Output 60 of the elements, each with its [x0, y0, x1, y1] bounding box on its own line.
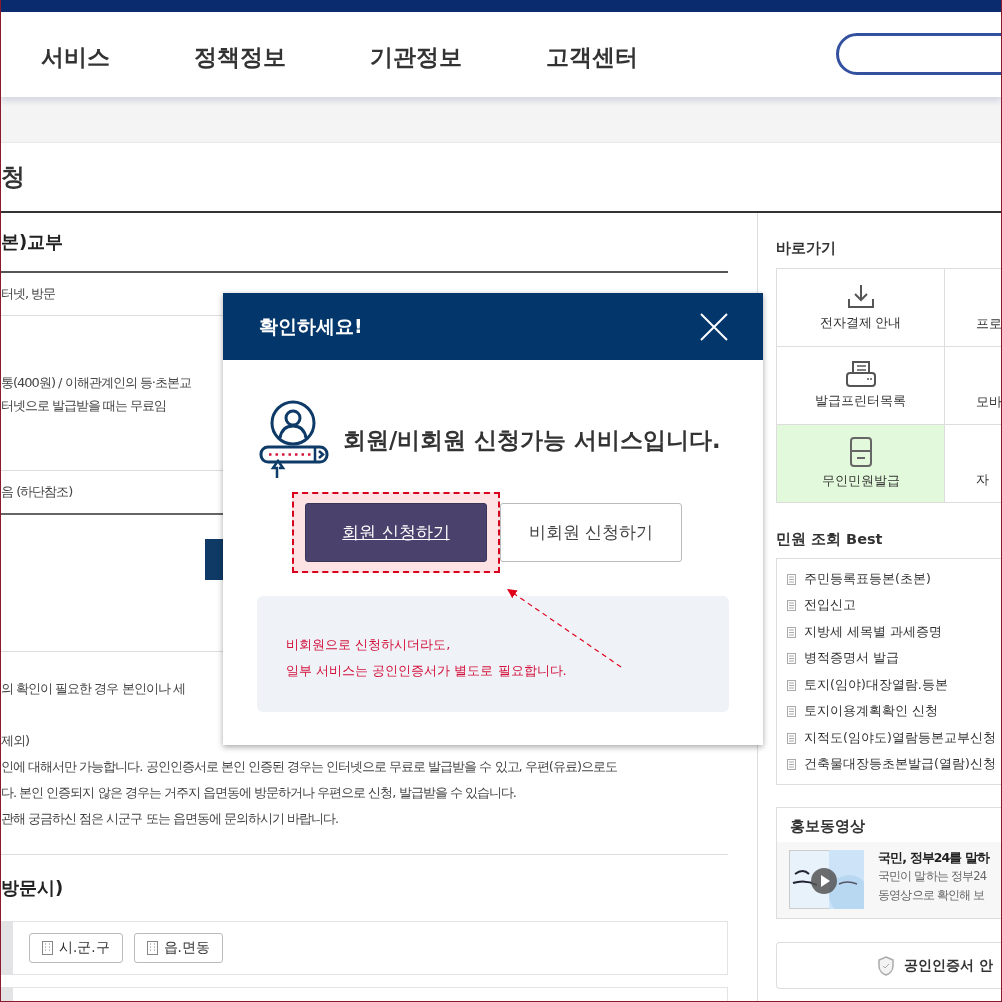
guest-apply-button[interactable]: 비회원 신청하기: [500, 503, 682, 562]
document-icon: [787, 679, 796, 691]
notice-text: 비회원으로 신청하시더라도,: [286, 636, 452, 654]
search-field[interactable]: [836, 33, 1001, 75]
document-icon: [787, 600, 796, 612]
certificate-link[interactable]: 공인인증서 안: [904, 956, 993, 975]
document-icon: [787, 732, 796, 744]
document-icon: [787, 759, 796, 771]
shortcuts-title: 바로가기: [776, 239, 837, 258]
nav-menu-item[interactable]: 고객센터: [546, 42, 638, 73]
best-link[interactable]: 병적증명서 발급: [804, 650, 899, 668]
close-icon[interactable]: [699, 311, 729, 342]
best-link[interactable]: 지적도(임야도)열람등본교부신청: [804, 729, 996, 747]
download-icon: [846, 283, 875, 309]
info-text: 관해 궁금하신 점은 시군구 또는 읍면동에 문의하시기 바랍니다.: [1, 810, 340, 828]
document-icon: [787, 653, 796, 665]
video-description: 국민이 말하는 정부24: [878, 868, 988, 885]
table-cell: 터넷, 방문: [1, 285, 56, 303]
dialog-title: 확인하세요!: [259, 313, 363, 339]
video-section-title: 홍보동영상: [789, 817, 866, 836]
section-heading: 방문시): [1, 876, 64, 900]
office-button[interactable]: 시.군.구: [29, 933, 123, 963]
building-icon: [42, 941, 53, 955]
document-icon: [787, 573, 796, 585]
video-title[interactable]: 국민, 정부24를 말하: [878, 850, 990, 867]
user-login-icon: [259, 400, 331, 480]
best-title: 민원 조회 Best: [776, 530, 884, 549]
best-link[interactable]: 지방세 세목별 과세증명: [804, 623, 942, 641]
kiosk-icon: [849, 437, 872, 467]
info-text: 제외): [1, 732, 31, 750]
shortcut-tile[interactable]: 전자결제 안내: [777, 269, 945, 347]
nav-menu-item[interactable]: 서비스: [41, 42, 110, 73]
document-icon: [787, 626, 796, 638]
dialog-message: 회원/비회원 신청가능 서비스입니다.: [343, 425, 721, 455]
fee-text: 통(400원) / 이해관계인의 등·초본교: [1, 374, 192, 392]
shield-icon: [877, 955, 895, 976]
best-link[interactable]: 토지(임야)대장열람.등본: [804, 676, 948, 694]
member-apply-button[interactable]: 회원 신청하기: [305, 503, 487, 562]
office-button[interactable]: 읍.면동: [133, 933, 223, 963]
nav-menu-item[interactable]: 정책정보: [194, 42, 286, 73]
shortcut-tile[interactable]: 무인민원발급: [777, 425, 945, 503]
play-icon[interactable]: [811, 868, 837, 894]
best-link[interactable]: 건축물대장등초본발급(열람)신청: [804, 756, 996, 774]
info-text: 다. 본인 인증되지 않은 경우는 거주지 읍면동에 방문하거나 우편으로 신청, 발급받을 수 있습니다.: [1, 784, 517, 802]
best-link[interactable]: 주민등록표등본(초본): [804, 570, 931, 588]
video-description: 동영상으로 확인해 보: [878, 887, 986, 904]
best-link[interactable]: 전입신고: [804, 597, 856, 615]
table-cell: 음 (하단참조): [1, 483, 73, 501]
info-text: 의 확인이 필요한 경우 본인이나 세: [1, 680, 186, 698]
nav-menu-item[interactable]: 기관정보: [370, 42, 462, 73]
page-title: 청: [1, 162, 25, 193]
best-link[interactable]: 토지이용계획확인 신청: [804, 703, 938, 721]
section-heading: 본)교부: [1, 230, 64, 254]
fee-text: 터넷으로 발급받을 때는 무료임: [1, 397, 168, 415]
building-icon: [146, 941, 158, 955]
document-icon: [787, 706, 796, 718]
shortcut-tile[interactable]: 발급프린터목록: [777, 347, 945, 425]
notice-text: 일부 서비스는 공인인증서가 별도로 필요합니다.: [286, 662, 568, 680]
printer-icon: [845, 361, 876, 387]
info-text: 인에 대해서만 가능합니다. 공인인증서로 본인 인증된 경우는 인터넷으로 무료로 발급받을 수 있고, 우편(유료)으로도: [1, 758, 618, 776]
